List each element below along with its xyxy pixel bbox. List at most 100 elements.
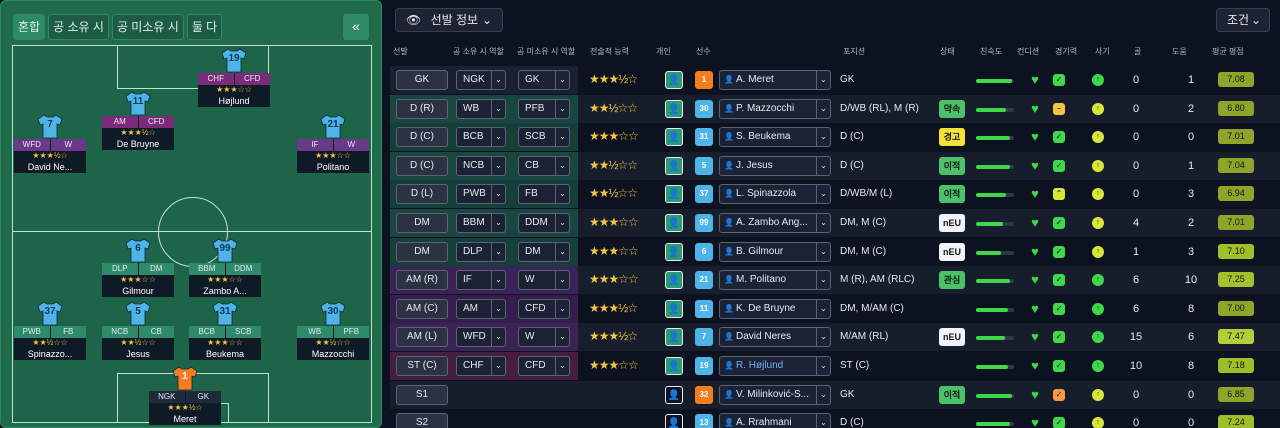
individual-instructions-icon[interactable]: 👤 (665, 299, 683, 318)
table-row[interactable]: D (C) NCB ⌄ CB ⌄ ★★½☆☆ 👤 5 👤 J. Jesus ⌄ D (C) 이적 ♥ ✓ ↑ 0… (390, 151, 1280, 180)
table-row[interactable]: AM (C) AM ⌄ CFD ⌄ ★★★½☆ 👤 11 👤 K. De Bruyne ⌄ DM, M… (390, 294, 1280, 323)
table-row[interactable]: GK NGK ⌄ GK ⌄ ★★★½☆ 👤 1 👤 A. Meret ⌄ GK ♥ ✓ ↑ 0 1 7.08 (390, 66, 1280, 94)
table-row[interactable]: D (C) BCB ⌄ SCB ⌄ ★★★☆☆ 👤 31 👤 S. Beukema ⌄ D (C) 경고… (390, 123, 1280, 152)
column-header[interactable]: 선수 (696, 46, 711, 60)
in-possession-role-select[interactable]: PWB ⌄ (456, 184, 506, 205)
status-tag[interactable]: nEU (939, 214, 965, 232)
status-tag[interactable]: 경고 (939, 128, 965, 147)
player-select[interactable]: 👤 P. Mazzocchi ⌄ (719, 98, 831, 119)
starting-position-slot[interactable]: D (R) (396, 98, 448, 119)
pitch-player-card[interactable]: 7 WFD W ★★★½☆ David Ne... (14, 113, 86, 173)
column-header[interactable]: 친숙도 (980, 46, 1002, 60)
individual-instructions-icon[interactable]: 👤 (665, 271, 683, 290)
player-select[interactable]: 👤 A. Rrahmani ⌄ (719, 413, 831, 428)
column-header[interactable]: 골 (1134, 46, 1141, 60)
individual-instructions-icon[interactable]: 👤 (665, 214, 683, 232)
in-possession-role-select[interactable]: CHF ⌄ (456, 356, 506, 376)
column-header[interactable]: 개인 (656, 46, 671, 60)
in-possession-role-select[interactable]: BBM ⌄ (456, 213, 506, 233)
table-row[interactable]: AM (R) IF ⌄ W ⌄ ★★★☆☆ 👤 21 👤 M. Politano ⌄ M (R), A… (390, 266, 1280, 295)
out-of-possession-role-select[interactable]: GK ⌄ (518, 70, 570, 90)
status-tag[interactable]: 이적 (939, 185, 965, 204)
column-header[interactable]: 평균 평점 (1212, 46, 1244, 60)
pitch-player-card[interactable]: 30 WB PFB ★★½☆☆ Mazzocchi (297, 300, 369, 360)
column-header[interactable]: 상태 (940, 46, 955, 60)
table-row[interactable]: DM BBM ⌄ DDM ⌄ ★★★☆☆ 👤 99 👤 A. Zambo Ang... ⌄ DM, M… (390, 209, 1280, 237)
out-of-possession-role-select[interactable]: DDM ⌄ (518, 213, 570, 233)
status-tag[interactable]: nEU (939, 242, 965, 261)
tab-in-possession[interactable]: 공 소유 시 (48, 14, 109, 40)
starting-position-slot[interactable]: S1 (396, 384, 448, 405)
starting-position-slot[interactable]: GK (396, 70, 448, 90)
status-tag[interactable]: 관심 (939, 271, 965, 290)
tab-both[interactable]: 둘 다 (186, 14, 223, 40)
starting-position-slot[interactable]: D (C) (396, 127, 448, 148)
individual-instructions-icon[interactable]: 👤 (665, 99, 683, 118)
in-possession-role-select[interactable]: IF ⌄ (456, 270, 506, 291)
status-tag[interactable]: 이적 (939, 385, 965, 404)
player-select[interactable]: 👤 David Neres ⌄ (719, 327, 831, 348)
out-of-possession-role-select[interactable]: CB ⌄ (518, 155, 570, 176)
out-of-possession-role-select[interactable]: SCB ⌄ (518, 127, 570, 148)
in-possession-role-select[interactable]: NGK ⌄ (456, 70, 506, 90)
starting-position-slot[interactable]: ST (C) (396, 356, 448, 376)
tab-out-of-possession[interactable]: 공 미소유 시 (111, 14, 184, 40)
player-select[interactable]: 👤 R. Højlund ⌄ (719, 356, 831, 376)
individual-instructions-icon[interactable]: 👤 (665, 357, 683, 375)
player-select[interactable]: 👤 J. Jesus ⌄ (719, 155, 831, 176)
individual-instructions-icon[interactable]: 👤 (665, 71, 683, 89)
status-tag[interactable]: nEU (939, 328, 965, 347)
out-of-possession-role-select[interactable]: CFD ⌄ (518, 298, 570, 319)
collapse-panel-button[interactable]: « (343, 14, 369, 40)
individual-instructions-icon[interactable]: 👤 (665, 385, 683, 404)
starting-position-slot[interactable]: DM (396, 241, 448, 262)
player-select[interactable]: 👤 S. Beukema ⌄ (719, 127, 831, 148)
in-possession-role-select[interactable]: WFD ⌄ (456, 327, 506, 348)
pitch-player-card[interactable]: 31 BCB SCB ★★★☆☆ Beukema (189, 300, 261, 360)
column-header[interactable]: 컨디션 (1017, 46, 1039, 60)
status-tag[interactable]: 약속 (939, 99, 965, 118)
in-possession-role-select[interactable]: BCB ⌄ (456, 127, 506, 148)
pitch-player-card[interactable]: 11 AM CFD ★★★½☆ De Bruyne (102, 90, 174, 150)
pitch-player-card[interactable]: 1 NGK GK ★★★½☆ Meret (149, 365, 221, 425)
out-of-possession-role-select[interactable]: PFB ⌄ (518, 98, 570, 119)
tab-mixed[interactable]: 혼합 (13, 14, 46, 40)
table-row[interactable]: D (L) PWB ⌄ FB ⌄ ★★½☆☆ 👤 37 👤 L. Spinazzola ⌄ D/WB/… (390, 180, 1280, 209)
column-header[interactable]: 공 미소유 시 역할 (517, 46, 575, 60)
column-header[interactable]: 사기 (1095, 46, 1110, 60)
individual-instructions-icon[interactable]: 👤 (665, 328, 683, 347)
column-header[interactable]: 선발 (393, 46, 408, 60)
in-possession-role-select[interactable]: NCB ⌄ (456, 155, 506, 176)
column-header[interactable]: 도움 (1172, 46, 1187, 60)
in-possession-role-select[interactable]: WB ⌄ (456, 98, 506, 119)
in-possession-role-select[interactable]: AM ⌄ (456, 298, 506, 319)
table-row[interactable]: ST (C) CHF ⌄ CFD ⌄ ★★★☆☆ 👤 19 👤 R. Højlund ⌄ ST (C)… (390, 352, 1280, 380)
filter-button[interactable]: 조건 ⌄ (1216, 8, 1270, 32)
table-row[interactable]: S1 👤 32 👤 V. Milinković-S... ⌄ GK 이적 ♥ ✓ ↑ 0 0 6.85 (390, 380, 1280, 409)
column-header[interactable]: 전술적 능력 (590, 46, 629, 60)
pitch-player-card[interactable]: 99 BBM DDM ★★★☆☆ Zambo A... (189, 237, 261, 297)
column-header[interactable]: 포지션 (843, 46, 865, 60)
table-row[interactable]: AM (L) WFD ⌄ W ⌄ ★★★½☆ 👤 7 👤 David Neres ⌄ M/AM (RL… (390, 323, 1280, 352)
out-of-possession-role-select[interactable]: DM ⌄ (518, 241, 570, 262)
out-of-possession-role-select[interactable]: FB ⌄ (518, 184, 570, 205)
out-of-possession-role-select[interactable]: W ⌄ (518, 270, 570, 291)
starting-position-slot[interactable]: S2 (396, 413, 448, 428)
individual-instructions-icon[interactable]: 👤 (665, 128, 683, 147)
pitch-player-card[interactable]: 19 CHF CFD ★★★☆☆ Højlund (198, 47, 270, 107)
status-tag[interactable]: 이적 (939, 156, 965, 175)
starting-position-slot[interactable]: DM (396, 213, 448, 233)
column-header[interactable]: 공 소유 시 역할 (453, 46, 504, 60)
individual-instructions-icon[interactable]: 👤 (665, 414, 683, 428)
individual-instructions-icon[interactable]: 👤 (665, 156, 683, 175)
starting-position-slot[interactable]: D (L) (396, 184, 448, 205)
individual-instructions-icon[interactable]: 👤 (665, 242, 683, 261)
player-select[interactable]: 👤 V. Milinković-S... ⌄ (719, 384, 831, 405)
pitch-player-card[interactable]: 5 NCB CB ★★½☆☆ Jesus (102, 300, 174, 360)
individual-instructions-icon[interactable]: 👤 (665, 185, 683, 204)
player-select[interactable]: 👤 M. Politano ⌄ (719, 270, 831, 291)
out-of-possession-role-select[interactable]: CFD ⌄ (518, 356, 570, 376)
view-select[interactable]: 👁 선발 정보 ⌄ (395, 8, 503, 32)
player-select[interactable]: 👤 K. De Bruyne ⌄ (719, 298, 831, 319)
starting-position-slot[interactable]: AM (R) (396, 270, 448, 291)
